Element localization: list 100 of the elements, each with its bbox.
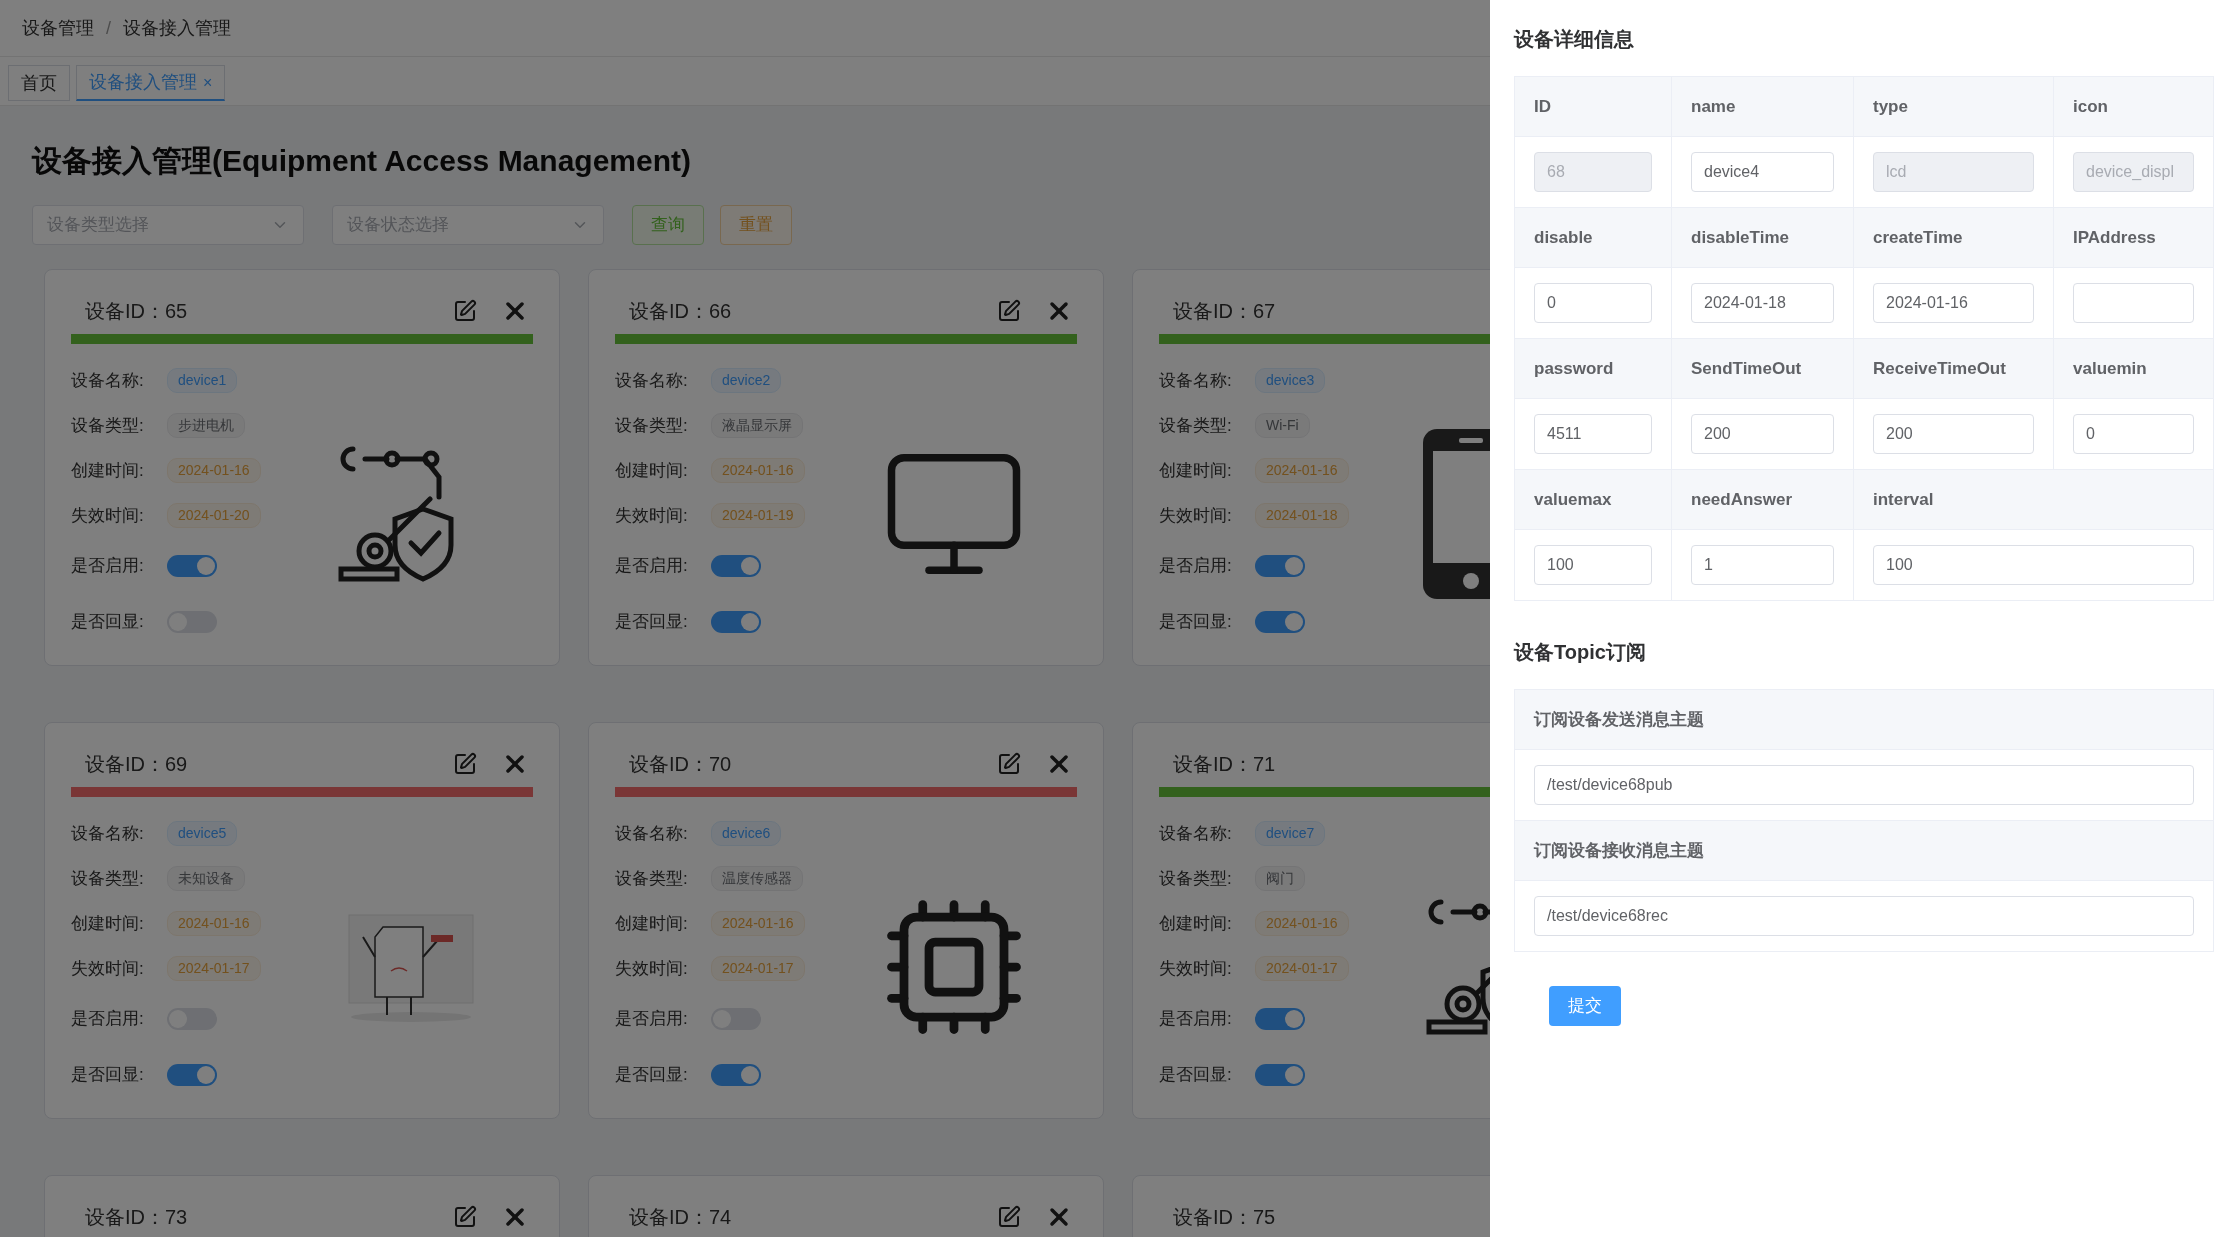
detail-input[interactable]: 200	[1873, 414, 2034, 454]
field-tag: device7	[1255, 821, 1326, 846]
toggle-switch[interactable]	[711, 555, 761, 577]
detail-header-cell: name	[1672, 77, 1854, 137]
detail-header-cell: ID	[1515, 77, 1672, 137]
field-tag: 温度传感器	[711, 866, 803, 891]
edit-icon[interactable]	[997, 299, 1021, 323]
detail-header-cell: SendTimeOut	[1672, 339, 1854, 399]
device-id-title: 设备ID：67	[1173, 299, 1276, 324]
field-tag: 步进电机	[167, 413, 245, 438]
field-tag: 2024-01-19	[711, 503, 805, 528]
toggle-switch[interactable]	[167, 555, 217, 577]
edit-icon[interactable]	[997, 752, 1021, 776]
field-tag: 2024-01-16	[711, 911, 805, 936]
device-id-title: 设备ID：74	[629, 1205, 732, 1230]
field-label: 失效时间:	[71, 957, 145, 980]
topic-header-cell: 订阅设备发送消息主题	[1515, 690, 2213, 750]
toggle-label: 是否回显:	[615, 1064, 689, 1087]
field-label: 设备名称:	[71, 822, 145, 845]
topic-input[interactable]: /test/device68pub	[1534, 765, 2194, 805]
toggle-switch[interactable]	[1255, 1064, 1305, 1086]
detail-input[interactable]: 4511	[1534, 414, 1652, 454]
toggle-switch[interactable]	[711, 1064, 761, 1086]
field-tag: device5	[167, 821, 238, 846]
toggle-label: 是否回显:	[615, 611, 689, 634]
page-tab[interactable]: 首页	[8, 65, 70, 101]
topic-header-cell: 订阅设备接收消息主题	[1515, 821, 2213, 881]
field-label: 失效时间:	[615, 504, 689, 527]
field-label: 设备名称:	[1159, 822, 1233, 845]
toggle-label: 是否启用:	[71, 555, 145, 578]
field-tag: 2024-01-16	[1255, 458, 1349, 483]
detail-header-cell: password	[1515, 339, 1672, 399]
detail-header-cell: disable	[1515, 208, 1672, 268]
detail-header-cell: type	[1854, 77, 2054, 137]
field-tag: Wi-Fi	[1255, 413, 1310, 438]
edit-icon[interactable]	[453, 752, 477, 776]
detail-input[interactable]: 0	[2073, 414, 2194, 454]
field-tag: 2024-01-20	[167, 503, 261, 528]
detail-header-cell: ReceiveTimeOut	[1854, 339, 2054, 399]
detail-input[interactable]	[2073, 283, 2194, 323]
detail-input[interactable]: device4	[1691, 152, 1834, 192]
device-id-title: 设备ID：73	[85, 1205, 188, 1230]
field-tag: 未知设备	[167, 866, 245, 891]
field-label: 设备名称:	[615, 822, 689, 845]
field-label: 设备类型:	[71, 414, 145, 437]
device-id-title: 设备ID：75	[1173, 1205, 1276, 1230]
modal-overlay[interactable]	[0, 0, 1490, 1237]
field-label: 创建时间:	[71, 912, 145, 935]
breadcrumb-separator: /	[106, 16, 111, 40]
field-tag: 2024-01-18	[1255, 503, 1349, 528]
edit-icon[interactable]	[997, 1205, 1021, 1229]
detail-input[interactable]: 2024-01-18	[1691, 283, 1834, 323]
detail-input[interactable]: 2024-01-16	[1873, 283, 2034, 323]
breadcrumb-item[interactable]: 设备管理	[22, 14, 94, 42]
detail-input[interactable]: 100	[1873, 545, 2194, 585]
device-id-title: 设备ID：66	[629, 299, 732, 324]
detail-header-cell: valuemin	[2054, 339, 2214, 399]
topic-input[interactable]: /test/device68rec	[1534, 896, 2194, 936]
toggle-label: 是否回显:	[1159, 611, 1233, 634]
toggle-label: 是否回显:	[1159, 1064, 1233, 1087]
detail-input[interactable]: 1	[1691, 545, 1834, 585]
field-label: 创建时间:	[615, 459, 689, 482]
field-tag: device2	[711, 368, 782, 393]
toggle-label: 是否启用:	[615, 1008, 689, 1031]
field-label: 设备名称:	[1159, 369, 1233, 392]
edit-icon[interactable]	[453, 299, 477, 323]
detail-header-cell: createTime	[1854, 208, 2054, 268]
toggle-label: 是否启用:	[1159, 1008, 1233, 1031]
toggle-label: 是否回显:	[71, 611, 145, 634]
field-label: 创建时间:	[1159, 459, 1233, 482]
field-tag: device6	[711, 821, 782, 846]
field-tag: 2024-01-16	[711, 458, 805, 483]
toggle-switch[interactable]	[1255, 555, 1305, 577]
field-tag: device1	[167, 368, 238, 393]
detail-input[interactable]: 100	[1534, 545, 1652, 585]
edit-icon[interactable]	[453, 1205, 477, 1229]
detail-header-cell: disableTime	[1672, 208, 1854, 268]
field-label: 设备名称:	[71, 369, 145, 392]
toggle-switch[interactable]	[711, 611, 761, 633]
field-tag: 2024-01-16	[1255, 911, 1349, 936]
detail-header-cell: IPAddress	[2054, 208, 2214, 268]
detail-header-cell: icon	[2054, 77, 2214, 137]
field-label: 失效时间:	[1159, 957, 1233, 980]
field-label: 设备类型:	[1159, 867, 1233, 890]
detail-header-cell: valuemax	[1515, 470, 1672, 530]
breadcrumb-item[interactable]: 设备接入管理	[123, 14, 231, 42]
field-tag: 阀门	[1255, 866, 1305, 891]
field-tag: 2024-01-16	[167, 458, 261, 483]
detail-header-cell: needAnswer	[1672, 470, 1854, 530]
field-label: 创建时间:	[1159, 912, 1233, 935]
toggle-label: 是否回显:	[71, 1064, 145, 1087]
toggle-switch[interactable]	[167, 1064, 217, 1086]
toggle-switch[interactable]	[1255, 1008, 1305, 1030]
field-label: 失效时间:	[71, 504, 145, 527]
field-label: 失效时间:	[1159, 504, 1233, 527]
detail-input[interactable]: 0	[1534, 283, 1652, 323]
field-tag: 2024-01-17	[1255, 956, 1349, 981]
toggle-switch[interactable]	[1255, 611, 1305, 633]
field-tag: 液晶显示屏	[711, 413, 803, 438]
detail-input[interactable]: 200	[1691, 414, 1834, 454]
